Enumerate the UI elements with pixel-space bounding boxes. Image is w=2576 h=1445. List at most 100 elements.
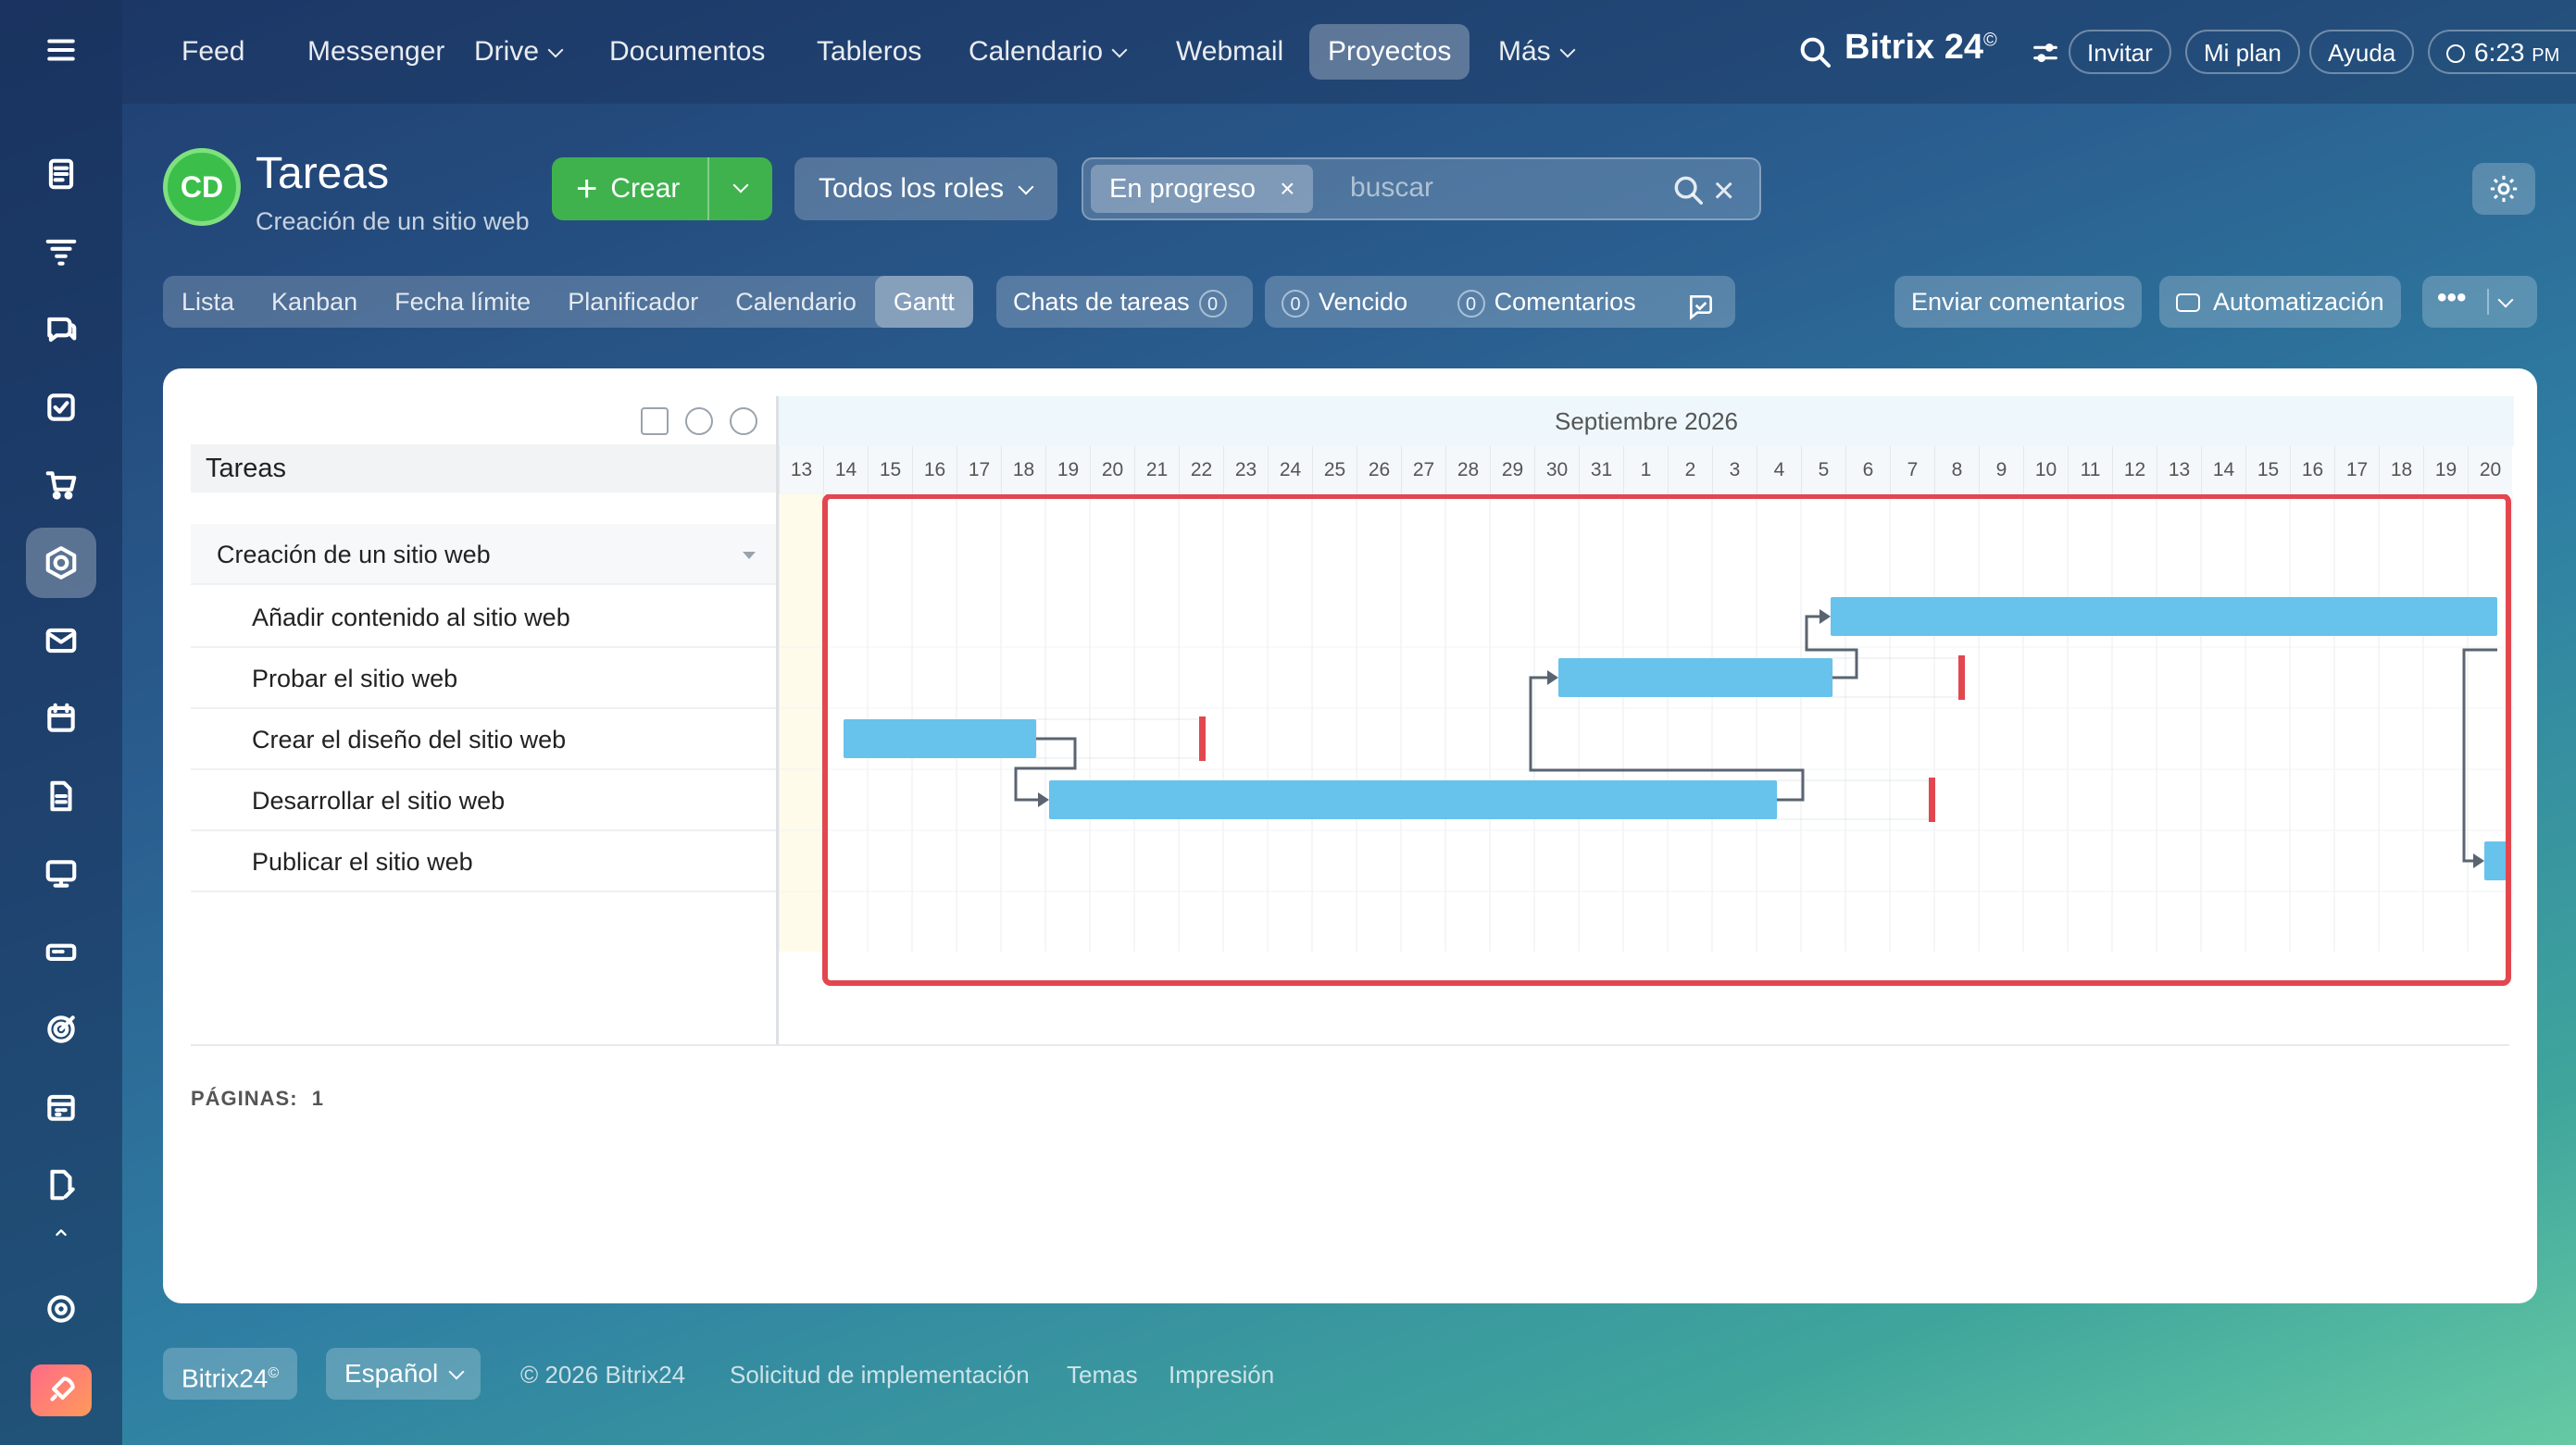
tasks-column-header: Tareas <box>191 444 776 492</box>
chevron-up-icon[interactable] <box>35 1220 87 1246</box>
tab-gantt[interactable]: Gantt <box>874 276 973 328</box>
nav-webmail[interactable]: Webmail <box>1157 24 1302 80</box>
footer-link-print[interactable]: Impresión <box>1169 1361 1274 1389</box>
invite-button[interactable]: Invitar <box>2069 30 2171 74</box>
pages-value[interactable]: 1 <box>312 1087 324 1110</box>
collapse-arrow-icon[interactable] <box>743 552 756 559</box>
zoom-in-icon[interactable] <box>685 407 713 435</box>
chevron-down-icon <box>1018 179 1034 195</box>
chevron-down-icon <box>1559 42 1576 58</box>
day-cell: 27 <box>1401 446 1445 494</box>
nav-proyectos[interactable]: Proyectos <box>1309 24 1470 80</box>
nav-tableros[interactable]: Tableros <box>798 24 940 80</box>
dependency-arrow <box>2473 853 2484 868</box>
clear-search-icon[interactable]: × <box>1713 170 1734 212</box>
day-cell: 15 <box>2245 446 2290 494</box>
chat-icon[interactable] <box>35 304 87 355</box>
chat-check-icon[interactable] <box>1685 287 1717 339</box>
presentation-board-icon[interactable] <box>35 848 87 900</box>
sliders-icon[interactable] <box>2030 37 2061 73</box>
document-icon[interactable] <box>35 770 87 822</box>
task-group-row[interactable]: Creación de un sitio web <box>191 524 776 585</box>
day-cell: 3 <box>1712 446 1757 494</box>
nav-messenger[interactable]: Messenger <box>289 24 463 80</box>
nav-documentos[interactable]: Documentos <box>591 24 783 80</box>
schedule-grid-icon[interactable] <box>35 1081 87 1133</box>
tab-fecha-limite[interactable]: Fecha límite <box>376 276 549 328</box>
target-goal-icon[interactable] <box>35 1003 87 1055</box>
settings-button[interactable] <box>2472 163 2535 215</box>
project-avatar: CD <box>163 148 241 226</box>
send-feedback-button[interactable]: Enviar comentarios <box>1894 276 2143 328</box>
nav-feed[interactable]: Feed <box>163 24 263 80</box>
task-row[interactable]: Desarrollar el sitio web <box>191 770 776 831</box>
day-cell: 24 <box>1268 446 1312 494</box>
storage-drive-icon[interactable] <box>35 926 87 978</box>
bar-test-site <box>1558 658 1832 697</box>
day-cell: 14 <box>2201 446 2245 494</box>
more-actions-button[interactable]: ••• <box>2422 276 2537 328</box>
rocket-icon[interactable] <box>31 1364 92 1416</box>
brand-logo[interactable]: Bitrix 24© <box>1844 28 1997 68</box>
search-icon[interactable] <box>1796 33 1833 75</box>
task-chats-button[interactable]: Chats de tareas 0 <box>996 276 1253 328</box>
task-row[interactable]: Publicar el sitio web <box>191 831 776 892</box>
task-row[interactable]: Probar el sitio web <box>191 648 776 709</box>
remove-filter-icon[interactable]: × <box>1280 174 1294 203</box>
clock-icon <box>2446 44 2465 63</box>
left-sidebar <box>0 0 122 1445</box>
clock-widget[interactable]: 6:23 PM <box>2428 30 2576 74</box>
overdue-count: 0 <box>1282 290 1309 318</box>
search-filter-box[interactable]: En progreso × buscar × <box>1082 157 1761 220</box>
tab-lista[interactable]: Lista <box>163 276 253 328</box>
comments-counter[interactable]: 0 Comentarios <box>1448 288 1636 318</box>
tab-planificador[interactable]: Planificador <box>549 276 717 328</box>
my-plan-button[interactable]: Mi plan <box>2185 30 2300 74</box>
settings-gear-icon[interactable] <box>35 1283 87 1335</box>
mail-icon[interactable] <box>35 615 87 666</box>
sign-document-icon[interactable] <box>35 1159 87 1211</box>
footer-link-themes[interactable]: Temas <box>1067 1361 1138 1389</box>
tasks-check-icon[interactable] <box>35 381 87 433</box>
roles-dropdown[interactable]: Todos los roles <box>794 157 1057 220</box>
footer-brand-button[interactable]: Bitrix24© <box>163 1348 298 1400</box>
print-icon[interactable] <box>641 407 669 435</box>
footer-brand-name: Bitrix24 <box>181 1364 269 1393</box>
calendar-icon[interactable] <box>35 692 87 744</box>
deadline-marker <box>1929 778 1935 822</box>
pagination: PÁGINAS: 1 <box>191 1087 324 1111</box>
feed-icon[interactable] <box>35 148 87 200</box>
footer-link-implementation[interactable]: Solicitud de implementación <box>730 1361 1030 1389</box>
menu-icon[interactable] <box>35 24 87 76</box>
day-cell: 17 <box>957 446 1001 494</box>
filter-chip-in-progress[interactable]: En progreso × <box>1091 165 1314 213</box>
plus-icon: + <box>576 168 598 209</box>
day-cell: 11 <box>2068 446 2112 494</box>
day-cell: 8 <box>1934 446 1979 494</box>
nav-drive[interactable]: Drive <box>456 24 580 80</box>
task-row[interactable]: Añadir contenido al sitio web <box>191 587 776 648</box>
automation-button[interactable]: Automatización <box>2159 276 2401 328</box>
shop-cart-icon[interactable] <box>35 459 87 511</box>
language-selector[interactable]: Español <box>326 1348 481 1400</box>
tab-kanban[interactable]: Kanban <box>253 276 376 328</box>
pages-label: PÁGINAS: <box>191 1087 298 1110</box>
day-cell: 2 <box>1668 446 1712 494</box>
search-icon[interactable] <box>1670 172 1706 212</box>
create-button[interactable]: + Crear <box>552 157 772 220</box>
create-dropdown-toggle[interactable] <box>707 157 772 220</box>
nav-calendario[interactable]: Calendario <box>950 24 1144 80</box>
search-input[interactable]: buscar <box>1350 172 1433 204</box>
day-cell: 26 <box>1357 446 1401 494</box>
dependency-arrow <box>1038 792 1049 807</box>
help-button[interactable]: Ayuda <box>2309 30 2415 74</box>
day-cell: 28 <box>1445 446 1490 494</box>
filter-funnel-icon[interactable] <box>35 226 87 278</box>
projects-hexagon-icon[interactable] <box>26 528 96 598</box>
nav-mas[interactable]: Más <box>1480 24 1592 80</box>
task-row[interactable]: Crear el diseño del sitio web <box>191 709 776 770</box>
tab-calendario[interactable]: Calendario <box>717 276 875 328</box>
overdue-label: Vencido <box>1319 288 1408 316</box>
overdue-counter[interactable]: 0 Vencido <box>1272 288 1408 318</box>
zoom-out-icon[interactable] <box>730 407 757 435</box>
